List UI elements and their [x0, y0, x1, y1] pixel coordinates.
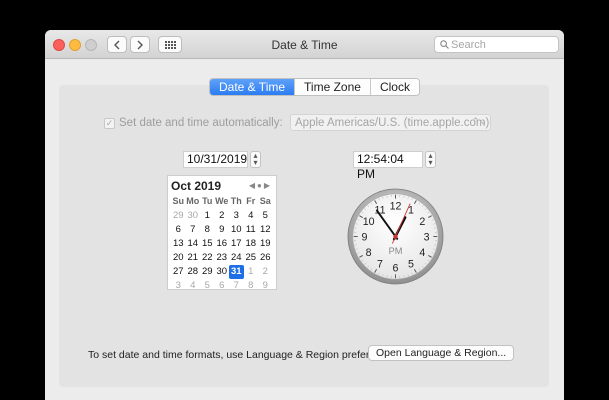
- clock-number: 6: [393, 262, 399, 274]
- clock-number: 9: [361, 231, 367, 243]
- calendar-day[interactable]: 20: [171, 251, 186, 265]
- calendar-day[interactable]: 13: [171, 237, 186, 251]
- calendar-day[interactable]: 3: [229, 209, 244, 223]
- calendar-day[interactable]: 6: [215, 279, 230, 293]
- clock-number: 10: [363, 216, 375, 228]
- calendar-day[interactable]: 8: [200, 223, 215, 237]
- calendar-weekday: Su: [172, 196, 184, 206]
- calendar-day[interactable]: 24: [229, 251, 244, 265]
- clock-number: 5: [408, 258, 414, 270]
- auto-time-checkbox[interactable]: ✓: [104, 117, 115, 129]
- tab-date-time[interactable]: Date & Time: [210, 79, 295, 95]
- calendar-weekday: Sa: [259, 196, 271, 206]
- calendar-weekday-header: Su Mo Tu We Th Fr Sa: [171, 195, 273, 207]
- clock-number: 12: [390, 200, 402, 212]
- calendar-day[interactable]: 15: [200, 237, 215, 251]
- calendar-day[interactable]: 21: [186, 251, 201, 265]
- time-server-select[interactable]: Apple Americas/U.S. (time.apple.com) ⌃⌄: [290, 114, 491, 131]
- clock-meridiem: PM: [389, 246, 403, 256]
- date-stepper[interactable]: ▴ ▾: [250, 151, 261, 168]
- calendar-day[interactable]: 30: [215, 265, 230, 279]
- language-region-hint: To set date and time formats, use Langua…: [88, 349, 401, 361]
- calendar-day[interactable]: 1: [244, 265, 259, 279]
- clock-number: 3: [424, 231, 430, 243]
- calendar-day[interactable]: 18: [244, 237, 259, 251]
- time-stepper[interactable]: ▴ ▾: [425, 151, 436, 168]
- search-field[interactable]: [434, 36, 559, 53]
- calendar-day[interactable]: 29: [200, 265, 215, 279]
- time-server-value: Apple Americas/U.S. (time.apple.com): [295, 117, 490, 129]
- calendar-day[interactable]: 23: [215, 251, 230, 265]
- calendar-day[interactable]: 19: [258, 237, 273, 251]
- calendar-day[interactable]: 22: [200, 251, 215, 265]
- calendar-day[interactable]: 5: [258, 209, 273, 223]
- calendar-month-label: Oct 2019: [171, 179, 222, 193]
- calendar-day[interactable]: 10: [229, 223, 244, 237]
- auto-time-label: Set date and time automatically:: [119, 117, 283, 129]
- calendar-day[interactable]: 16: [215, 237, 230, 251]
- calendar-day-selected[interactable]: 31: [229, 265, 244, 279]
- calendar-day[interactable]: 4: [244, 209, 259, 223]
- clock-number: 4: [419, 247, 425, 259]
- calendar-day[interactable]: 27: [171, 265, 186, 279]
- calendar-weekday: Mo: [186, 196, 200, 206]
- analog-clock: 12 1234567891011 PM: [347, 188, 444, 285]
- calendar-day[interactable]: 11: [244, 223, 259, 237]
- calendar-day[interactable]: 9: [258, 279, 273, 293]
- clock-center-pin: [393, 234, 398, 239]
- search-icon: [440, 40, 449, 49]
- calendar-day[interactable]: 2: [258, 265, 273, 279]
- calendar-day[interactable]: 12: [258, 223, 273, 237]
- calendar-weekday: We: [215, 196, 229, 206]
- search-input[interactable]: [451, 37, 555, 52]
- calendar-day[interactable]: 1: [200, 209, 215, 223]
- select-arrows-icon: ⌃⌄: [471, 116, 487, 126]
- clock-number: 7: [377, 258, 383, 270]
- clock-number: 8: [366, 247, 372, 259]
- calendar-day[interactable]: 25: [244, 251, 259, 265]
- calendar-weekday: Fr: [246, 196, 256, 206]
- calendar-weekday: Tu: [202, 196, 213, 206]
- calendar-day[interactable]: 17: [229, 237, 244, 251]
- tab-bar: Date & Time Time Zone Clock: [209, 78, 420, 96]
- calendar-day[interactable]: 28: [186, 265, 201, 279]
- calendar-day[interactable]: 7: [186, 223, 201, 237]
- calendar-day[interactable]: 14: [186, 237, 201, 251]
- calendar-day[interactable]: 30: [186, 209, 201, 223]
- calendar-weekday: Th: [230, 196, 242, 206]
- calendar-day[interactable]: 2: [215, 209, 230, 223]
- tab-time-zone[interactable]: Time Zone: [294, 79, 370, 95]
- calendar-day[interactable]: 3: [171, 279, 186, 293]
- clock-number: 2: [419, 216, 425, 228]
- preferences-window: Date & Time Date & Time Time Zone Clock …: [45, 30, 564, 400]
- calendar-day[interactable]: 29: [171, 209, 186, 223]
- date-field[interactable]: 10/31/2019: [183, 151, 248, 168]
- calendar: Oct 2019 ◀●▶ Su Mo Tu We Th Fr Sa 29 30 1 2 3 4 5 6 7 8…: [167, 175, 277, 293]
- open-language-region-button[interactable]: Open Language & Region...: [368, 345, 515, 361]
- calendar-day[interactable]: 7: [229, 279, 244, 293]
- calendar-day[interactable]: 4: [186, 279, 201, 293]
- calendar-day[interactable]: 5: [200, 279, 215, 293]
- tab-clock[interactable]: Clock: [369, 79, 419, 95]
- calendar-day[interactable]: 8: [244, 279, 259, 293]
- calendar-day[interactable]: 6: [171, 223, 186, 237]
- calendar-days: 29 30 1 2 3 4 5 6 7 8 9 10 11 12 13 14 15 16 17 18 19 20 21 22 2…: [171, 209, 273, 293]
- title-bar: Date & Time: [45, 30, 564, 59]
- auto-time-row: ✓ Set date and time automatically:: [104, 115, 283, 131]
- time-field[interactable]: 12:54:04 PM: [353, 151, 423, 181]
- calendar-day[interactable]: 9: [215, 223, 230, 237]
- calendar-day[interactable]: 26: [258, 251, 273, 265]
- calendar-nav[interactable]: ◀●▶: [249, 181, 272, 190]
